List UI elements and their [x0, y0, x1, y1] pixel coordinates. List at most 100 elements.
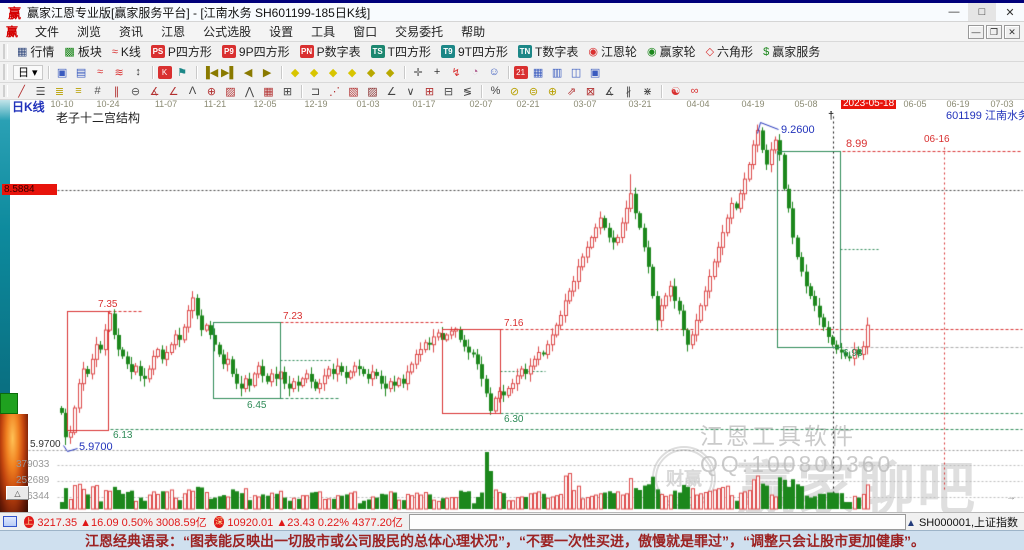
period-selector[interactable]: 日 ▾ [13, 65, 43, 80]
nparallel-icon[interactable]: ∦ [620, 84, 637, 99]
target-icon[interactable]: ⊕ [203, 84, 220, 99]
face-icon[interactable]: ☺ [486, 65, 503, 80]
menu-item-formula-stock-pick[interactable]: 公式选股 [194, 21, 260, 42]
grid-tool2-icon[interactable]: ⊞ [279, 84, 296, 99]
gann-diamond-6-icon[interactable]: ◆ [382, 65, 399, 80]
pencil-icon[interactable]: ╱ [13, 84, 30, 99]
toolbar-gann-wheel-button[interactable]: ◉江恩轮 [583, 42, 642, 61]
navigation-toolbar: 日 ▾▣▤≈≋↕K⚑▐◀▶▌◀▶◆◆◆◆◆◆✛+↯◔☺21▦▥◫▣ [0, 62, 1024, 83]
rays-icon[interactable]: ⋰ [326, 84, 343, 99]
lines-icon[interactable]: ≶ [459, 84, 476, 99]
yinyang-icon[interactable]: ☯ [667, 84, 684, 99]
gann-diamond-1-icon[interactable]: ◆ [287, 65, 304, 80]
menu-item-window[interactable]: 窗口 [344, 21, 386, 42]
goto-last-icon[interactable]: ▶▌ [221, 65, 238, 80]
angles-icon[interactable]: ⋀ [241, 84, 258, 99]
news-ticker[interactable] [409, 514, 906, 530]
gann-diamond-3-icon[interactable]: ◆ [325, 65, 342, 80]
wave-a-icon[interactable]: Λ [184, 84, 201, 99]
fib-fan-icon[interactable]: ∡ [146, 84, 163, 99]
price-7.16: 7.16 [504, 318, 523, 329]
gann-comb-icon[interactable]: ☰ [32, 84, 49, 99]
grid-tool-icon[interactable]: ▦ [260, 84, 277, 99]
toolbar-t-square-button[interactable]: TST四方形 [366, 42, 436, 61]
menu-item-browse[interactable]: 浏览 [68, 21, 110, 42]
keyboard-icon[interactable] [3, 516, 17, 527]
xbox-icon[interactable]: ⊠ [582, 84, 599, 99]
minimize-button[interactable]: — [940, 3, 968, 21]
crosshair-icon[interactable]: + [429, 65, 446, 80]
calendar-21-icon[interactable]: 21 [514, 66, 528, 79]
shade1-icon[interactable]: ▧ [345, 84, 362, 99]
volume-pane-toggle-button[interactable]: △ [6, 486, 29, 500]
toolbar-hexagon-button[interactable]: ◇六角形 [701, 42, 758, 61]
toolbar-p-number-table-button[interactable]: PNP数字表 [295, 42, 366, 61]
hand-tool-icon[interactable]: ✛ [410, 65, 427, 80]
clip-icon[interactable]: ⊐ [307, 84, 324, 99]
toolbar-winner-service-button[interactable]: $赢家服务 [758, 42, 825, 61]
truck-icon[interactable]: ▣ [587, 65, 604, 80]
calculator-icon[interactable]: ▦ [530, 65, 547, 80]
window-view-icon[interactable]: ▣ [54, 65, 71, 80]
circ-eq-icon[interactable]: ⊜ [525, 84, 542, 99]
circle-tool-icon[interactable]: ⊖ [127, 84, 144, 99]
circ-plus-icon[interactable]: ⊕ [544, 84, 561, 99]
box-shade-icon[interactable]: ▨ [222, 84, 239, 99]
gann-fan-icon[interactable]: ∠ [165, 84, 182, 99]
vee-icon[interactable]: ∨ [402, 84, 419, 99]
toolbar-winner-wheel-button[interactable]: ◉赢家轮 [642, 42, 701, 61]
shade2-icon[interactable]: ▨ [364, 84, 381, 99]
updown-icon[interactable]: ↕ [130, 65, 147, 80]
trend-line-icon[interactable]: ≈ [92, 65, 109, 80]
arrow-tool-icon[interactable]: ⇗ [563, 84, 580, 99]
menu-item-tools[interactable]: 工具 [302, 21, 344, 42]
menu-item-settings[interactable]: 设置 [260, 21, 302, 42]
infinity-icon[interactable]: ∞ [686, 84, 703, 99]
gann-comb3-icon[interactable]: ≡ [70, 84, 87, 99]
close-button[interactable]: ✕ [996, 3, 1024, 21]
angle2-icon[interactable]: ∠ [383, 84, 400, 99]
percent-icon[interactable]: % [487, 84, 504, 99]
notes-icon[interactable]: ▤ [73, 65, 90, 80]
mdi-minimize-button[interactable]: — [968, 25, 984, 39]
mdi-restore-button[interactable]: ❐ [986, 25, 1002, 39]
maximize-button[interactable]: □ [968, 3, 996, 21]
menu-item-news[interactable]: 资讯 [110, 21, 152, 42]
toolbar-9p-square-button[interactable]: P99P四方形 [217, 42, 295, 61]
goto-first-icon[interactable]: ▐◀ [202, 65, 219, 80]
k-style-icon[interactable]: K [158, 66, 172, 79]
flag-icon[interactable]: ⚑ [174, 65, 191, 80]
trend-wave-icon[interactable]: ≋ [111, 65, 128, 80]
szse-index-quote[interactable]: 10920.01 ▲23.43 0.22% 4377.20亿 [227, 514, 402, 530]
toolbar-quotes-button[interactable]: ▦行情 [12, 42, 59, 61]
bigrid2-icon[interactable]: ⊟ [440, 84, 457, 99]
toolbar-kline-button[interactable]: ≈K线 [107, 42, 146, 61]
current-symbol-label[interactable]: ▲ SH000001,上证指数 [906, 514, 1018, 530]
sse-index-quote[interactable]: 3217.35 ▲16.09 0.50% 3008.59亿 [37, 514, 206, 530]
next-bar-icon[interactable]: ▶ [259, 65, 276, 80]
save-icon[interactable]: ◫ [568, 65, 585, 80]
prev-bar-icon[interactable]: ◀ [240, 65, 257, 80]
zigzag-icon[interactable]: ↯ [448, 65, 465, 80]
toolbar-sectors-button[interactable]: ▩板块 [59, 42, 106, 61]
pattern-icon[interactable]: ◔ [467, 65, 484, 80]
angle3-icon[interactable]: ∡ [601, 84, 618, 99]
data-grid-icon[interactable]: ▥ [549, 65, 566, 80]
gann-diamond-5-icon[interactable]: ◆ [363, 65, 380, 80]
mdi-close-button[interactable]: ✕ [1004, 25, 1020, 39]
toolbar-9t-square-button[interactable]: T99T四方形 [436, 42, 513, 61]
gann-diamond-4-icon[interactable]: ◆ [344, 65, 361, 80]
menu-item-gann[interactable]: 江恩 [152, 21, 194, 42]
menu-item-trade-entrust[interactable]: 交易委托 [386, 21, 452, 42]
toolbar-p-square-button[interactable]: PSP四方形 [146, 42, 217, 61]
circ-div-icon[interactable]: ⊘ [506, 84, 523, 99]
ruler-icon[interactable]: # [89, 84, 106, 99]
aster-icon[interactable]: ⋇ [639, 84, 656, 99]
parallel-icon[interactable]: ∥ [108, 84, 125, 99]
bigrid-icon[interactable]: ⊞ [421, 84, 438, 99]
menu-item-file[interactable]: 文件 [26, 21, 68, 42]
menu-item-help[interactable]: 帮助 [452, 21, 494, 42]
gann-comb2-icon[interactable]: ≣ [51, 84, 68, 99]
toolbar-t-number-table-button[interactable]: TNT数字表 [513, 42, 583, 61]
gann-diamond-2-icon[interactable]: ◆ [306, 65, 323, 80]
